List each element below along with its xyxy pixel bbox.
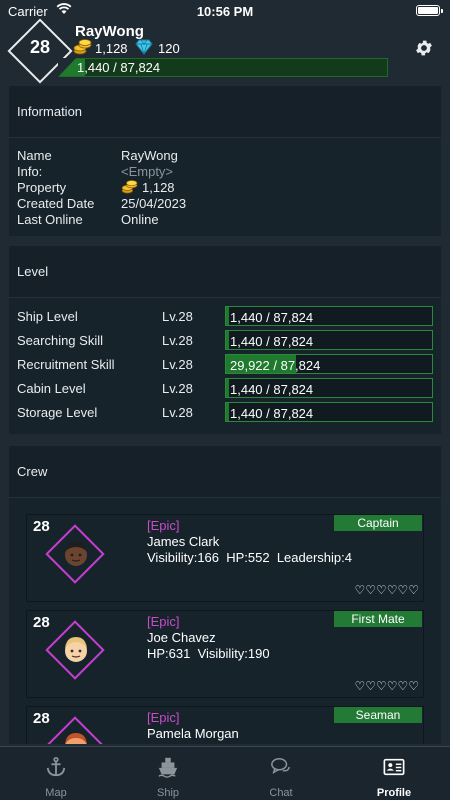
information-title: Information	[9, 86, 441, 138]
level-progress-fill	[226, 379, 230, 397]
tab-profile[interactable]: Profile	[338, 747, 450, 800]
crew-level: 28	[33, 710, 50, 727]
level-name: Cabin Level	[17, 381, 86, 396]
level-value: Lv.28	[162, 309, 193, 324]
player-level: 28	[29, 37, 51, 57]
avatar	[65, 637, 87, 662]
level-progress-fill	[226, 307, 230, 325]
crew-title: Crew	[9, 446, 441, 498]
level-value: Lv.28	[162, 357, 193, 372]
crew-card[interactable]: 28 [Epic] James Clark Visibility:166 HP:…	[26, 514, 424, 602]
crew-role-badge: First Mate	[334, 611, 422, 627]
gold-coins-icon	[121, 180, 138, 194]
info-value-created: 25/04/2023	[121, 196, 187, 211]
info-value-property: 1,128	[142, 180, 175, 195]
level-name: Ship Level	[17, 309, 78, 324]
level-progress-bar: 1,440 / 87,824	[225, 306, 433, 326]
level-progress-text: 29,922 / 87,824	[230, 358, 321, 373]
heart-rating-icon: ♡♡♡♡♡♡	[354, 679, 419, 693]
level-row: Ship Level Lv.28 1,440 / 87,824	[17, 306, 433, 326]
info-row-property: Property	[17, 180, 66, 196]
gold-amount: 1,128	[95, 41, 128, 56]
level-progress-fill	[226, 403, 230, 421]
level-progress-fill	[226, 331, 230, 349]
player-xp-bar: 1,440 / 87,824	[58, 58, 388, 77]
level-progress-text: 1,440 / 87,824	[230, 406, 314, 421]
level-row: Storage Level Lv.28 1,440 / 87,824	[17, 402, 433, 422]
crew-card[interactable]: 28 [Epic] Joe Chavez HP:631 Visibility:1…	[26, 610, 424, 698]
battery-icon	[416, 5, 443, 16]
player-xp-text: 1,440 / 87,824	[77, 60, 161, 75]
level-progress-bar: 1,440 / 87,824	[225, 330, 433, 350]
info-row-info: Info:	[17, 164, 42, 180]
crew-stats: HP:631 Visibility:190	[147, 646, 270, 661]
tab-map[interactable]: Map	[0, 747, 112, 800]
gear-icon[interactable]	[414, 38, 434, 58]
tab-label: Chat	[269, 787, 293, 799]
info-value-last-online: Online	[121, 212, 159, 227]
info-label: Last Online	[17, 212, 83, 227]
crew-name: Pamela Morgan	[147, 726, 239, 741]
information-panel: Information Name RayWong Info: <Empty> P…	[9, 86, 441, 236]
crew-name: Joe Chavez	[147, 630, 216, 645]
crew-stats: Visibility:166 HP:552 Leadership:4	[147, 550, 352, 565]
tab-chat[interactable]: Chat	[225, 747, 337, 800]
info-label: Property	[17, 180, 67, 195]
gold-coins-icon	[73, 39, 92, 55]
tab-bar: Map Ship Chat Profile	[0, 746, 450, 800]
level-name: Recruitment Skill	[17, 357, 115, 372]
tab-label: Profile	[376, 787, 412, 799]
level-row: Cabin Level Lv.28 1,440 / 87,824	[17, 378, 433, 398]
crew-panel: Crew 28 [Epic] James Clark Visibility:16…	[9, 446, 441, 744]
player-name: RayWong	[75, 23, 144, 40]
avatar	[65, 542, 87, 566]
avatar	[65, 733, 87, 744]
crew-name: James Clark	[147, 534, 220, 549]
crew-role-badge: Seaman	[334, 707, 422, 723]
info-row-created: Created Date	[17, 196, 94, 212]
tab-ship[interactable]: Ship	[112, 747, 224, 800]
level-value: Lv.28	[162, 333, 193, 348]
crew-rarity: [Epic]	[147, 518, 180, 533]
chat-icon	[271, 758, 290, 775]
gem-icon	[135, 39, 153, 55]
level-progress-bar: 1,440 / 87,824	[225, 378, 433, 398]
info-row-last-online: Last Online	[17, 212, 83, 228]
level-title: Level	[9, 246, 441, 298]
crew-level: 28	[33, 614, 50, 631]
level-progress-text: 1,440 / 87,824	[230, 334, 314, 349]
level-row: Searching Skill Lv.28 1,440 / 87,824	[17, 330, 433, 350]
level-name: Searching Skill	[17, 333, 103, 348]
heart-rating-icon: ♡♡♡♡♡♡	[354, 583, 419, 597]
gem-amount: 120	[158, 41, 180, 56]
crew-rarity: [Epic]	[147, 614, 180, 629]
info-label: Info:	[17, 164, 43, 179]
info-row-name: Name	[17, 148, 52, 164]
clock: 10:56 PM	[196, 4, 254, 19]
profile-card-icon	[383, 758, 405, 776]
level-row: Recruitment Skill Lv.28 29,922 / 87,824	[17, 354, 433, 374]
level-progress-text: 1,440 / 87,824	[230, 310, 314, 325]
info-value-info: <Empty>	[121, 164, 174, 179]
level-progress-text: 1,440 / 87,824	[230, 382, 314, 397]
crew-role-badge: Captain	[334, 515, 422, 531]
info-label: Created Date	[17, 196, 95, 211]
level-progress-bar: 29,922 / 87,824	[225, 354, 433, 374]
crew-rarity: [Epic]	[147, 710, 180, 725]
anchor-icon	[46, 757, 66, 777]
ship-icon	[158, 757, 178, 778]
crew-level: 28	[33, 518, 50, 535]
info-value-name: RayWong	[121, 148, 178, 163]
profile-header: 28 RayWong 1,128 120 1,440 / 87,824	[0, 18, 450, 84]
level-progress-bar: 1,440 / 87,824	[225, 402, 433, 422]
info-label: Name	[17, 148, 52, 163]
level-panel: Level Ship Level Lv.28 1,440 / 87,824 Se…	[9, 246, 441, 434]
tab-label: Map	[45, 787, 67, 799]
crew-card[interactable]: 28 [Epic] Pamela Morgan Seaman	[26, 706, 424, 744]
level-value: Lv.28	[162, 405, 193, 420]
status-bar: Carrier 10:56 PM	[0, 0, 450, 22]
tab-label: Ship	[156, 787, 180, 799]
level-name: Storage Level	[17, 405, 98, 420]
level-value: Lv.28	[162, 381, 193, 396]
